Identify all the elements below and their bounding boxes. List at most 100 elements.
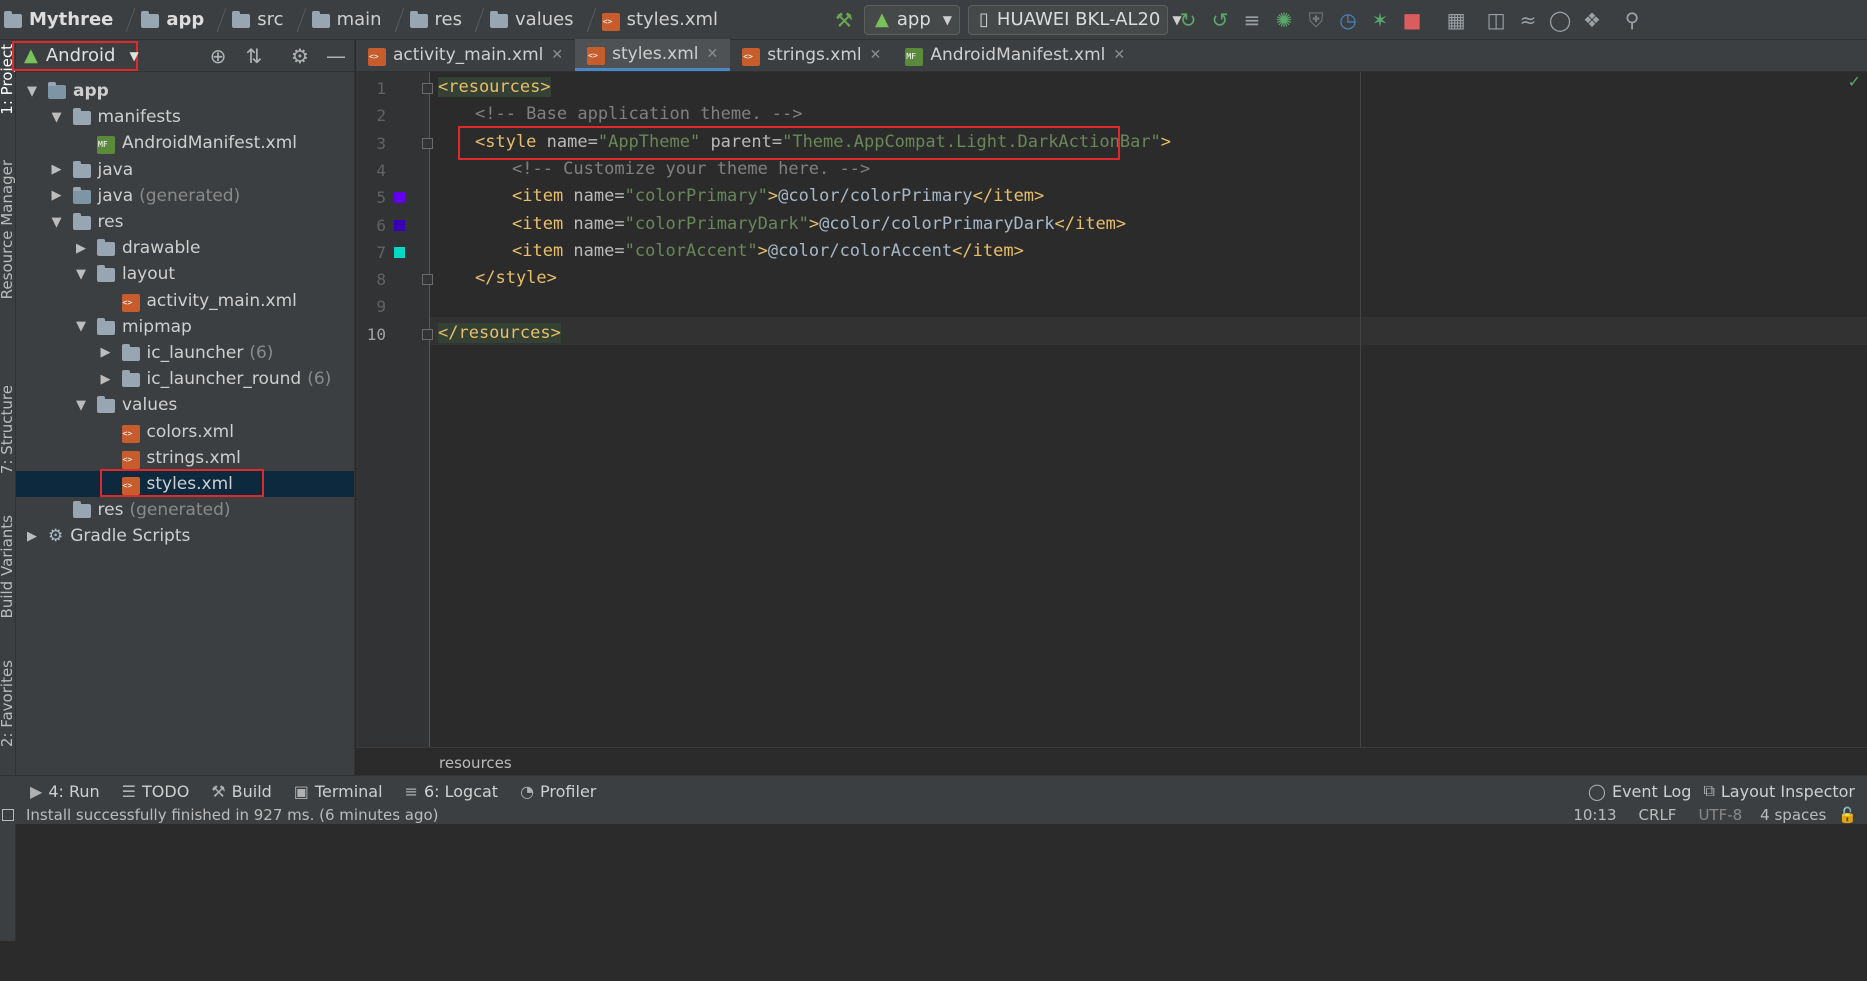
line-number: 9 — [376, 297, 386, 317]
breadcrumb-app[interactable]: app — [137, 0, 228, 40]
fold-marker-icon[interactable] — [422, 137, 433, 149]
caret-position[interactable]: 10:13 — [1573, 806, 1616, 824]
color-swatch-icon[interactable] — [394, 192, 405, 204]
status-message[interactable]: Install successfully finished in 927 ms.… — [26, 806, 439, 824]
tool-button[interactable]: ▶ 4: Run — [30, 782, 100, 801]
apply-changes-icon[interactable]: ↺ — [1204, 4, 1236, 36]
tree-item[interactable]: ▼ mipmap — [16, 314, 354, 340]
project-view-dropdown[interactable]: ▲ Android ▼ — [12, 40, 139, 71]
color-swatch-icon[interactable] — [394, 219, 405, 231]
sdk-manager-icon[interactable]: ◯ — [1544, 4, 1576, 36]
chevron-right-icon[interactable]: ▶ — [73, 241, 89, 256]
tool-tab-structure[interactable]: 7: Structure — [0, 385, 16, 474]
breadcrumb-project[interactable]: Mythree — [0, 0, 137, 40]
tree-item-suffix: (6) — [249, 342, 274, 363]
tree-item-label: app — [73, 81, 109, 102]
hammer-icon[interactable]: ⚒ — [828, 4, 860, 36]
tool-tab-favorites[interactable]: 2: Favorites — [0, 660, 16, 747]
close-icon[interactable]: ✕ — [707, 46, 719, 62]
project-structure-icon[interactable]: ▦ — [1440, 4, 1472, 36]
hide-icon[interactable]: — — [318, 44, 354, 68]
coverage-icon[interactable]: ⛨ — [1300, 4, 1332, 36]
tool-tab-build-variants[interactable]: Build Variants — [0, 515, 16, 618]
breadcrumb-src[interactable]: src — [228, 0, 307, 40]
tool-button[interactable]: ☰ TODO — [122, 782, 190, 801]
tree-item[interactable]: ▼ layout — [16, 261, 354, 287]
debug-icon[interactable]: ✺ — [1268, 4, 1300, 36]
chevron-down-icon[interactable]: ▼ — [73, 267, 89, 282]
chevron-down-icon[interactable]: ▼ — [24, 84, 40, 99]
tree-item[interactable]: res (generated) — [16, 497, 354, 523]
breadcrumb-values[interactable]: values — [486, 0, 598, 40]
device-file-explorer-icon[interactable]: ❖ — [1576, 4, 1608, 36]
tool-button[interactable]: ⧉ Layout Inspector — [1703, 781, 1855, 801]
code-editor[interactable]: 1 2 3 4 5 6 7 8 9 10 <resources> <!-- Base applica… — [356, 72, 1867, 747]
tree-item[interactable]: ▶ java (generated) — [16, 183, 354, 209]
editor-breadcrumb[interactable]: resources — [439, 754, 512, 772]
tree-item[interactable]: ▼ res — [16, 209, 354, 235]
editor-tab[interactable]: strings.xml ✕ — [730, 39, 893, 71]
editor-tab[interactable]: AndroidManifest.xml ✕ — [893, 39, 1137, 71]
tree-item[interactable]: colors.xml — [16, 418, 354, 444]
chevron-down-icon[interactable]: ▼ — [73, 319, 89, 334]
close-icon[interactable]: ✕ — [1113, 47, 1125, 63]
device-dropdown[interactable]: ▯ HUAWEI BKL-AL20 ▼ — [968, 4, 1182, 35]
chevron-right-icon[interactable]: ▶ — [24, 529, 40, 544]
tree-item[interactable]: strings.xml — [16, 445, 354, 471]
tool-button[interactable]: ⚒ Build — [211, 782, 272, 801]
tree-item[interactable]: styles.xml — [16, 468, 354, 497]
tool-tab-resource-manager[interactable]: Resource Manager — [0, 160, 16, 299]
status-toggle-icon[interactable] — [2, 809, 14, 821]
tree-item[interactable]: AndroidManifest.xml — [16, 130, 354, 156]
fold-marker-icon[interactable] — [422, 83, 433, 94]
avd-manager-icon[interactable]: ≈ — [1512, 4, 1544, 36]
tree-item[interactable]: ▶ drawable — [16, 235, 354, 261]
gear-icon[interactable]: ⚙ — [282, 44, 318, 68]
chevron-right-icon[interactable]: ▶ — [49, 188, 65, 203]
tree-item[interactable]: ▶ ic_launcher_round (6) — [16, 366, 354, 392]
color-swatch-icon[interactable] — [394, 246, 405, 258]
chevron-down-icon[interactable]: ▼ — [49, 215, 65, 230]
tree-item[interactable]: ▼ manifests — [16, 104, 354, 130]
layout-inspector-icon: ⧉ — [1703, 781, 1715, 800]
editor-tab[interactable]: activity_main.xml ✕ — [356, 39, 575, 71]
tree-item[interactable]: ▼ values — [16, 392, 354, 418]
tool-button[interactable]: ◔ Profiler — [520, 782, 596, 801]
sync-gradle-icon[interactable]: ◫ — [1480, 4, 1512, 36]
editor-tab[interactable]: styles.xml ✕ — [575, 39, 731, 71]
stop-icon[interactable]: ■ — [1396, 4, 1428, 36]
line-separator[interactable]: CRLF — [1639, 806, 1677, 824]
tree-item[interactable]: ▶ java — [16, 157, 354, 183]
indent-setting[interactable]: 4 spaces — [1760, 806, 1826, 824]
rerun-icon[interactable]: ↻ — [1172, 4, 1204, 36]
tree-item-label: ic_launcher — [146, 342, 244, 363]
tool-button[interactable]: ▣ Terminal — [294, 782, 383, 801]
fold-marker-icon[interactable] — [422, 328, 433, 340]
chevron-down-icon[interactable]: ▼ — [73, 398, 89, 413]
breadcrumb-res[interactable]: res — [406, 0, 486, 40]
apply-code-changes-icon[interactable]: ≡ — [1236, 4, 1268, 36]
tree-item[interactable]: activity_main.xml — [16, 288, 354, 314]
tool-button[interactable]: ≡ 6: Logcat — [405, 782, 499, 801]
locate-icon[interactable]: ⊕ — [200, 44, 236, 68]
close-icon[interactable]: ✕ — [551, 47, 563, 63]
tree-item[interactable]: ▶ ⚙ Gradle Scripts — [16, 523, 354, 549]
attach-debugger-icon[interactable]: ✶ — [1364, 4, 1396, 36]
chevron-down-icon[interactable]: ▼ — [49, 110, 65, 125]
close-icon[interactable]: ✕ — [870, 47, 882, 63]
run-config-dropdown[interactable]: ▲ app ▼ — [864, 4, 961, 35]
file-encoding[interactable]: UTF-8 — [1698, 806, 1742, 824]
breadcrumb-main[interactable]: main — [308, 0, 406, 40]
tool-button[interactable]: ◯ Event Log — [1588, 782, 1691, 801]
tree-item[interactable]: ▶ ic_launcher (6) — [16, 340, 354, 366]
collapse-all-icon[interactable]: ⇅ — [236, 44, 272, 68]
tree-item[interactable]: ▼ app — [16, 78, 354, 104]
chevron-right-icon[interactable]: ▶ — [49, 162, 65, 177]
chevron-right-icon[interactable]: ▶ — [98, 372, 114, 387]
breadcrumb-styles-xml[interactable]: styles.xml — [598, 0, 724, 40]
lock-icon[interactable]: 🔓 — [1838, 806, 1857, 824]
fold-marker-icon[interactable] — [422, 274, 433, 286]
profile-icon[interactable]: ◷ — [1332, 4, 1364, 36]
chevron-right-icon[interactable]: ▶ — [98, 345, 114, 360]
search-icon[interactable]: ⚲ — [1616, 4, 1648, 36]
